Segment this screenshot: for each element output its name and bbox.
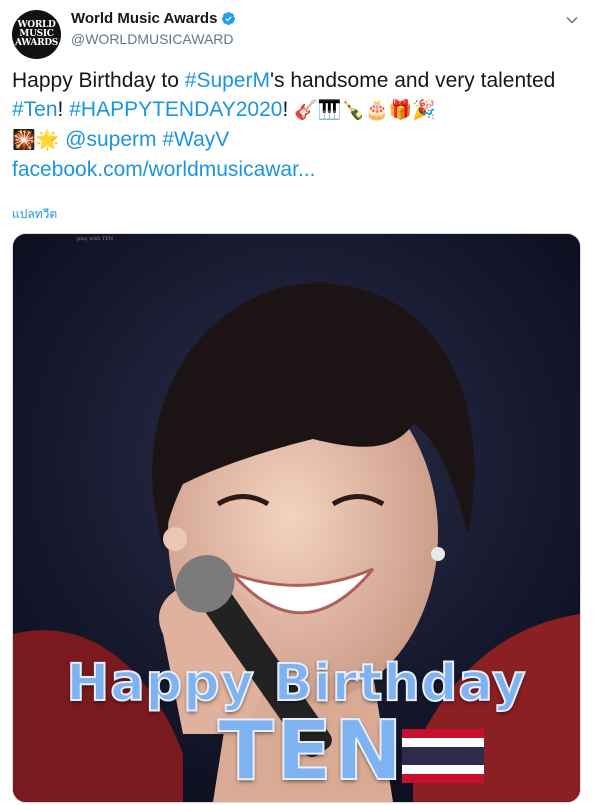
hashtag-superm-link[interactable]: #SuperM	[185, 69, 270, 92]
hashtag-happytenday-link[interactable]: #HAPPYTENDAY2020	[69, 98, 282, 121]
external-url-link[interactable]: facebook.com/worldmusicawar...	[12, 158, 315, 181]
mention-superm-link[interactable]: @superm	[65, 128, 156, 151]
thailand-flag-icon	[402, 729, 484, 783]
avatar[interactable]: WORLD MUSIC AWARDS	[12, 10, 61, 59]
tweet-card: WORLD MUSIC AWARDS World Music Awards @W…	[0, 0, 596, 805]
tweet-text-segment: !	[57, 98, 70, 121]
tweet-text: Happy Birthday to #SuperM's handsome and…	[12, 66, 584, 184]
author-display-name[interactable]: World Music Awards	[71, 10, 217, 27]
translate-tweet-link[interactable]: แปลทวีต	[12, 205, 57, 224]
chevron-down-icon[interactable]	[562, 10, 582, 30]
author-name-row[interactable]: World Music Awards	[71, 10, 236, 27]
overlay-ten: TEN	[217, 703, 405, 800]
avatar-line-3: AWARDS	[14, 38, 59, 48]
tweet-text-segment: 's handsome and very talented	[269, 69, 556, 92]
author-handle[interactable]: @WORLDMUSICAWARD	[71, 31, 234, 47]
tweet-text-segment: !	[282, 98, 295, 121]
photo-small-caption: play with TEN	[77, 236, 114, 242]
hashtag-ten-link[interactable]: #Ten	[12, 98, 58, 121]
emoji-group-icon: 🎸🎹🍾🎂🎁🎉	[294, 99, 437, 121]
fireworks-star-emoji-icon: 🎇🌟	[12, 129, 60, 151]
tweet-media-image[interactable]: play with TEN Happy Birthday TEN	[12, 233, 581, 803]
hashtag-wayv-link[interactable]: #WayV	[162, 128, 229, 151]
verified-badge-icon	[222, 11, 236, 26]
tweet-text-segment: Happy Birthday to	[12, 69, 185, 92]
